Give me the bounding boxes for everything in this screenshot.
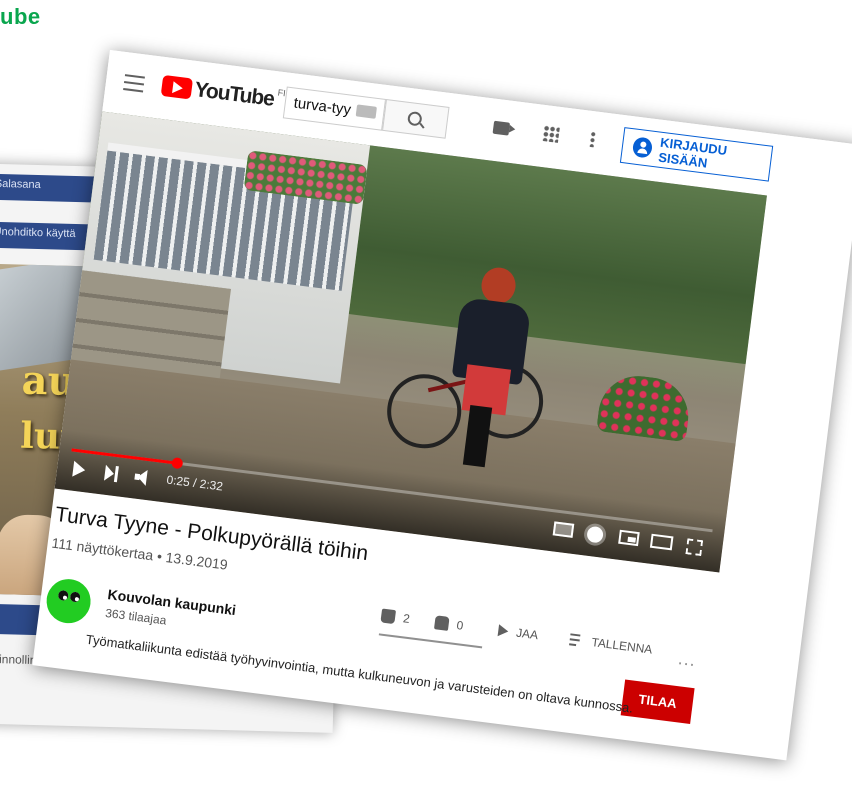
progress-scrubber[interactable] [171,457,184,470]
share-button[interactable]: JAA [497,623,539,643]
playlist-add-icon [569,633,585,647]
create-video-icon[interactable] [492,120,511,136]
like-count: 2 [402,611,411,626]
account-icon [631,136,653,159]
sign-in-label: KIRJAUDU SISÄÄN [657,134,728,171]
next-icon[interactable] [104,465,120,483]
corner-label: ube [0,4,41,29]
subscriber-count: 363 tilaajaa [104,605,168,628]
settings-more-icon[interactable] [589,131,596,148]
youtube-logo-text: YouTube [193,78,276,111]
thumbs-up-icon [380,608,397,625]
channel-avatar[interactable] [44,576,94,626]
search-icon [406,110,423,127]
miniplayer-icon[interactable] [618,529,640,547]
youtube-logo[interactable]: YouTube FI [160,74,286,111]
save-button[interactable]: TALLENNA [569,632,654,657]
thumbs-down-icon [433,615,450,631]
share-icon [497,624,510,638]
menu-icon[interactable] [123,74,145,93]
search-button[interactable] [382,98,450,139]
video-scene-rosebush [596,371,693,443]
save-label: TALLENNA [590,635,654,657]
theater-mode-icon[interactable] [649,533,674,551]
youtube-play-icon [160,74,194,100]
apps-icon[interactable] [542,124,560,143]
settings-gear-icon[interactable] [586,525,605,544]
subtitles-icon[interactable] [552,521,575,538]
like-button[interactable]: 2 [380,608,411,626]
sign-in-button[interactable]: KIRJAUDU SISÄÄN [619,127,774,182]
volume-icon[interactable] [134,469,154,487]
time-display: 0:25 / 2:32 [165,472,224,494]
dislike-count: 0 [455,618,465,633]
fullscreen-icon[interactable] [685,538,704,557]
more-actions-icon[interactable]: ... [677,648,697,671]
dislike-button[interactable]: 0 [433,615,465,633]
like-ratio-bar [378,633,483,649]
progress-played [71,448,177,465]
youtube-window: YouTube FI turva-tyy KIRJAUDU SISÄÄN 0:2… [32,50,852,761]
play-icon[interactable] [72,460,87,479]
keyboard-icon[interactable] [355,104,377,119]
share-label: JAA [515,625,539,643]
